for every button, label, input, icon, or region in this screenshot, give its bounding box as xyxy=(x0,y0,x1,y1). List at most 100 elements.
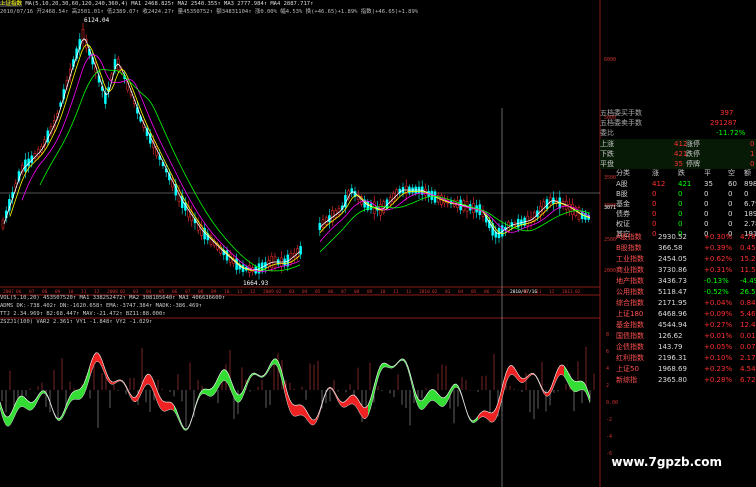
index-list-row[interactable]: 公用指数 5118.47 -0.52% 26.55 xyxy=(616,287,756,298)
index-list-cell: B股指数 xyxy=(616,244,642,252)
stat-table-row[interactable]: 债券 0 0 0 0 18995 xyxy=(600,209,756,219)
osc-ribbon xyxy=(300,404,302,416)
stats-title: 五档委买手数 xyxy=(600,109,642,117)
osc-ribbon xyxy=(580,380,582,391)
osc-ribbon xyxy=(22,395,24,408)
osc-ribbon xyxy=(20,395,22,408)
stat-table-cell: 0 xyxy=(678,200,683,208)
stat-cell: 跌停 xyxy=(686,150,700,158)
osc-ribbon xyxy=(432,389,434,401)
index-list-cell: 公用指数 xyxy=(616,288,644,296)
index-list-cell: 红利指数 xyxy=(616,354,644,362)
stats-sub-row: 五档委卖手数 291287 xyxy=(600,118,756,128)
date-tick-label: 11 xyxy=(393,289,399,295)
index-list-row[interactable]: 上证180 6468.96 +0.09% 5.46 xyxy=(616,309,756,320)
index-list-cell: 366.58 xyxy=(658,244,683,252)
stat-table-cell: 0 xyxy=(652,190,657,198)
index-list-cell: 143.79 xyxy=(658,343,683,351)
osc-ribbon xyxy=(430,389,432,402)
index-list-cell: +0.28% xyxy=(704,376,733,384)
index-list-cell: 工业指数 xyxy=(616,255,644,263)
index-list-cell: +0.01% xyxy=(704,332,733,340)
stat-table-cell: 权证 xyxy=(616,220,630,228)
stat-table-head-cell: 平 xyxy=(704,169,711,177)
ratio-row: 委比 -11.72% xyxy=(600,128,756,138)
index-list-row[interactable]: 商业指数 3730.86 +0.31% 11.50 xyxy=(616,265,756,276)
index-list-cell: -4.49 xyxy=(740,277,756,285)
index-list-cell: 12.45 xyxy=(740,321,756,329)
stat-cell: 1 xyxy=(750,150,755,158)
date-tick-label: 10 xyxy=(523,289,529,295)
stat-table-head-cell: 分类 xyxy=(616,169,630,177)
index-list-cell: 2.17 xyxy=(740,354,756,362)
oscillator-line: ZSZJ1(100) VAR2 2.361↑ VY1 -1.848↑ VY2 -… xyxy=(0,319,153,325)
index-list-row[interactable]: A股指数 2930.52 +0.30% 4.78 xyxy=(616,232,756,243)
osc-ribbon xyxy=(294,405,296,417)
osc-ribbon xyxy=(578,380,580,392)
osc-ribbon xyxy=(166,401,168,411)
index-list-cell: 11.50 xyxy=(740,266,756,274)
stat-table-cell: 2.78 xyxy=(744,220,756,228)
stat-table-cell: 0 xyxy=(728,190,733,198)
index-list-row[interactable]: 基金指数 4544.94 +0.27% 12.45 xyxy=(616,320,756,331)
stat-table-cell: B股 xyxy=(616,190,628,198)
stat-table-cell: 0 xyxy=(704,210,709,218)
index-list-row[interactable]: 红利指数 2196.31 +0.10% 2.17 xyxy=(616,353,756,364)
stat-table-cell: 基金 xyxy=(616,200,630,208)
index-list-row[interactable]: 综合指数 2171.95 +0.04% 0.84 xyxy=(616,298,756,309)
osc-ribbon xyxy=(76,389,78,400)
date-tick-label: 2009 xyxy=(263,289,274,295)
stat-table-row[interactable]: A股 412 421 35 60 898 xyxy=(600,179,756,189)
stat-cell: 上涨 xyxy=(600,140,614,148)
index-list-row[interactable]: 新综指 2365.80 +0.28% 6.72 xyxy=(616,375,756,386)
index-list-cell: 1968.69 xyxy=(658,365,687,373)
date-tick-label: 02 xyxy=(432,289,438,295)
index-list-cell: +0.09% xyxy=(704,310,733,318)
osc-ribbon xyxy=(222,369,224,382)
price-tick-label: 6000 xyxy=(604,57,616,63)
osc-ribbon xyxy=(442,397,444,407)
date-tick-label: 05 xyxy=(471,289,477,295)
date-tick-label: 2011 xyxy=(562,289,573,295)
stat-table-head-cell: 涨 xyxy=(652,169,659,177)
osc-ribbon xyxy=(420,400,422,410)
osc-ribbon xyxy=(30,402,32,411)
stat-table-row[interactable]: B股 0 0 0 0 0 xyxy=(600,189,756,199)
stat-table-row[interactable]: 基金 0 0 0 0 6.79 xyxy=(600,199,756,209)
date-tick-label: 12 xyxy=(250,289,256,295)
stats-title-row: 五档委买手数 397 xyxy=(600,108,756,118)
stat-table-cell: 0 xyxy=(678,210,683,218)
index-list-row[interactable]: 上证50 1968.69 +0.23% 4.54 xyxy=(616,364,756,375)
index-list-row[interactable]: 地产指数 3436.73 -0.13% -4.49 xyxy=(616,276,756,287)
index-list-row[interactable]: 国债指数 126.62 +0.01% 0.01 xyxy=(616,331,756,342)
osc-ribbon xyxy=(96,352,98,362)
index-list-row[interactable]: 工业指数 2454.05 +0.62% 15.27 xyxy=(616,254,756,265)
candle xyxy=(1,219,5,229)
index-list-cell: 4.54 xyxy=(740,365,756,373)
date-tick-label: 02 xyxy=(276,289,282,295)
stock-chart-window: 上证指数 MA(5,10,20,30,60,120,240,360,4) MA1… xyxy=(0,0,756,487)
stat-cell: 下跌 xyxy=(600,150,614,158)
index-list-cell: 地产指数 xyxy=(616,277,644,285)
index-list-cell: 3436.73 xyxy=(658,277,687,285)
index-list-row[interactable]: B股指数 366.58 +0.39% 0.45 xyxy=(616,243,756,254)
date-tick-label: 03 xyxy=(289,289,295,295)
date-tick-label: 07 xyxy=(497,289,503,295)
osc-ribbon xyxy=(238,394,240,403)
index-list-cell: +0.30% xyxy=(704,233,733,241)
osc-ribbon xyxy=(510,365,512,376)
stat-table-row[interactable]: 权证 0 0 0 0 2.78 xyxy=(600,219,756,229)
index-list-cell: +0.39% xyxy=(704,244,733,252)
stat-table-cell: 18995 xyxy=(744,210,756,218)
osc-ribbon xyxy=(352,395,354,405)
index-list-row[interactable]: 企债指数 143.79 +0.05% 0.07 xyxy=(616,342,756,353)
stat-table-head-cell: 额 xyxy=(744,169,751,177)
osc-ribbon xyxy=(164,401,166,412)
stat-table-cell: 35 xyxy=(704,180,713,188)
date-tick-label: 12 xyxy=(549,289,555,295)
osc-ribbon xyxy=(574,380,576,392)
date-tick-label: 06 xyxy=(328,289,334,295)
index-list-cell: 上证50 xyxy=(616,365,639,373)
stat-cell: 涨停 xyxy=(686,140,700,148)
index-list-cell: 3730.86 xyxy=(658,266,687,274)
